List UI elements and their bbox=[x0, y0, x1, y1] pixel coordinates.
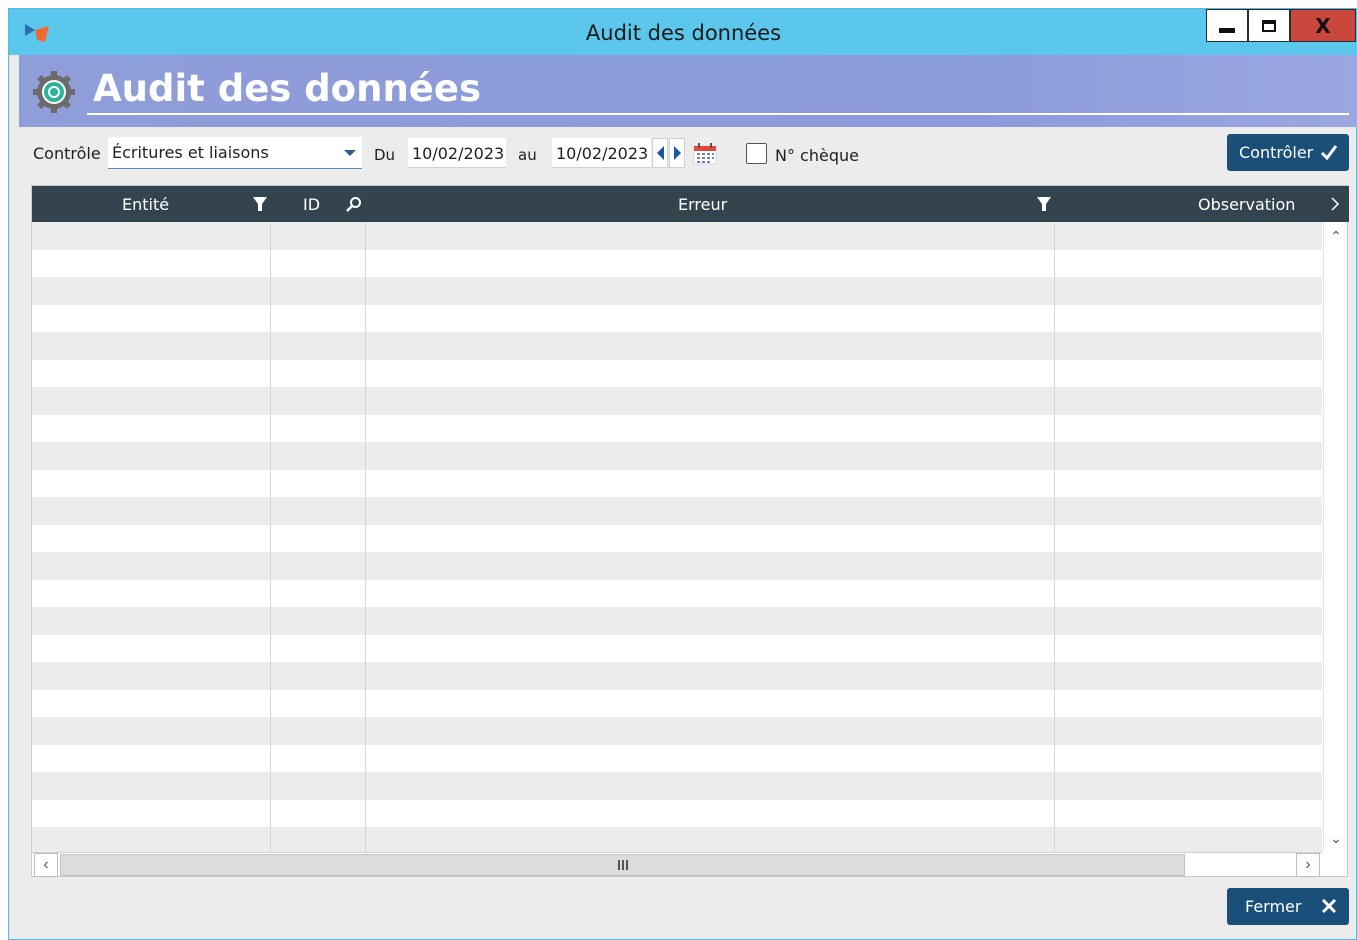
column-header-entite[interactable]: Entité bbox=[122, 195, 169, 214]
table-row[interactable] bbox=[32, 552, 1322, 580]
table-row[interactable] bbox=[32, 359, 1322, 387]
table-row[interactable] bbox=[32, 607, 1322, 635]
controle-value: Écritures et liaisons bbox=[112, 143, 269, 162]
grid-body bbox=[32, 222, 1322, 852]
column-divider bbox=[270, 222, 271, 852]
checkmark-icon bbox=[1320, 145, 1338, 161]
filter-icon[interactable] bbox=[252, 196, 268, 212]
vertical-scrollbar[interactable]: ⌃ ⌄ bbox=[1323, 222, 1347, 852]
maximize-button[interactable] bbox=[1248, 9, 1290, 42]
table-row[interactable] bbox=[32, 469, 1322, 497]
horizontal-scroll-thumb[interactable] bbox=[60, 854, 1185, 876]
table-row[interactable] bbox=[32, 799, 1322, 827]
audit-grid[interactable]: Entité ID Erreur Observation ⌃ ⌄ ‹ › bbox=[31, 185, 1349, 877]
title-bar[interactable]: Audit des données X bbox=[9, 9, 1357, 55]
audit-gear-icon bbox=[33, 71, 75, 113]
table-row[interactable] bbox=[32, 442, 1322, 470]
fermer-button[interactable]: Fermer bbox=[1227, 888, 1349, 925]
controler-button[interactable]: Contrôler bbox=[1227, 134, 1349, 171]
table-row[interactable] bbox=[32, 717, 1322, 745]
close-icon bbox=[1321, 898, 1337, 914]
scroll-up-icon[interactable]: ⌃ bbox=[1324, 224, 1348, 248]
cheque-label: N° chèque bbox=[775, 146, 859, 165]
date-next-button[interactable] bbox=[669, 138, 685, 168]
scroll-right-icon[interactable]: › bbox=[1296, 853, 1320, 877]
cheque-checkbox[interactable] bbox=[746, 143, 767, 164]
table-row[interactable] bbox=[32, 827, 1322, 852]
close-icon: X bbox=[1315, 13, 1331, 38]
date-from-input[interactable]: 10/02/2023 bbox=[408, 138, 506, 168]
table-row[interactable] bbox=[32, 222, 1322, 250]
table-row[interactable] bbox=[32, 772, 1322, 800]
column-divider bbox=[365, 222, 366, 852]
table-row[interactable] bbox=[32, 332, 1322, 360]
page-title: Audit des données bbox=[93, 67, 481, 110]
column-header-id[interactable]: ID bbox=[303, 195, 320, 214]
column-header-erreur[interactable]: Erreur bbox=[678, 195, 727, 214]
maximize-icon bbox=[1262, 19, 1276, 32]
controler-button-label: Contrôler bbox=[1239, 143, 1314, 162]
date-to-input[interactable]: 10/02/2023 bbox=[552, 138, 651, 168]
table-row[interactable] bbox=[32, 689, 1322, 717]
window-title: Audit des données bbox=[585, 21, 782, 45]
table-row[interactable] bbox=[32, 304, 1322, 332]
minimize-button[interactable] bbox=[1206, 9, 1248, 42]
controle-label: Contrôle bbox=[33, 144, 101, 163]
horizontal-scrollbar[interactable]: ‹ › bbox=[32, 852, 1322, 877]
filter-icon[interactable] bbox=[1036, 196, 1052, 212]
table-row[interactable] bbox=[32, 387, 1322, 415]
calendar-icon[interactable] bbox=[693, 143, 717, 165]
grid-header: Entité ID Erreur Observation bbox=[32, 186, 1349, 222]
fermer-button-label: Fermer bbox=[1245, 897, 1302, 916]
chevron-right-icon[interactable] bbox=[1327, 196, 1343, 212]
scroll-down-icon[interactable]: ⌄ bbox=[1324, 826, 1348, 850]
close-window-button[interactable]: X bbox=[1290, 9, 1356, 42]
table-row[interactable] bbox=[32, 579, 1322, 607]
chevron-down-icon[interactable] bbox=[344, 150, 356, 156]
search-icon[interactable] bbox=[346, 196, 362, 212]
table-row[interactable] bbox=[32, 249, 1322, 277]
arrow-right-icon bbox=[673, 146, 681, 160]
audit-window: Audit des données X Audit des données Co… bbox=[8, 8, 1357, 940]
table-row[interactable] bbox=[32, 277, 1322, 305]
au-label: au bbox=[518, 146, 537, 164]
table-row[interactable] bbox=[32, 524, 1322, 552]
date-previous-button[interactable] bbox=[652, 138, 668, 168]
grip-icon bbox=[617, 860, 628, 870]
page-header: Audit des données bbox=[19, 55, 1357, 127]
header-underline bbox=[87, 113, 1349, 115]
du-label: Du bbox=[374, 146, 396, 164]
arrow-left-icon bbox=[656, 146, 664, 160]
controle-combobox[interactable]: Écritures et liaisons bbox=[108, 137, 362, 169]
table-row[interactable] bbox=[32, 414, 1322, 442]
column-divider bbox=[1054, 222, 1055, 852]
minimize-icon bbox=[1219, 28, 1235, 33]
table-row[interactable] bbox=[32, 744, 1322, 772]
table-row[interactable] bbox=[32, 662, 1322, 690]
table-row[interactable] bbox=[32, 634, 1322, 662]
table-row[interactable] bbox=[32, 497, 1322, 525]
scroll-left-icon[interactable]: ‹ bbox=[34, 853, 58, 877]
column-header-observation[interactable]: Observation bbox=[1198, 195, 1295, 214]
